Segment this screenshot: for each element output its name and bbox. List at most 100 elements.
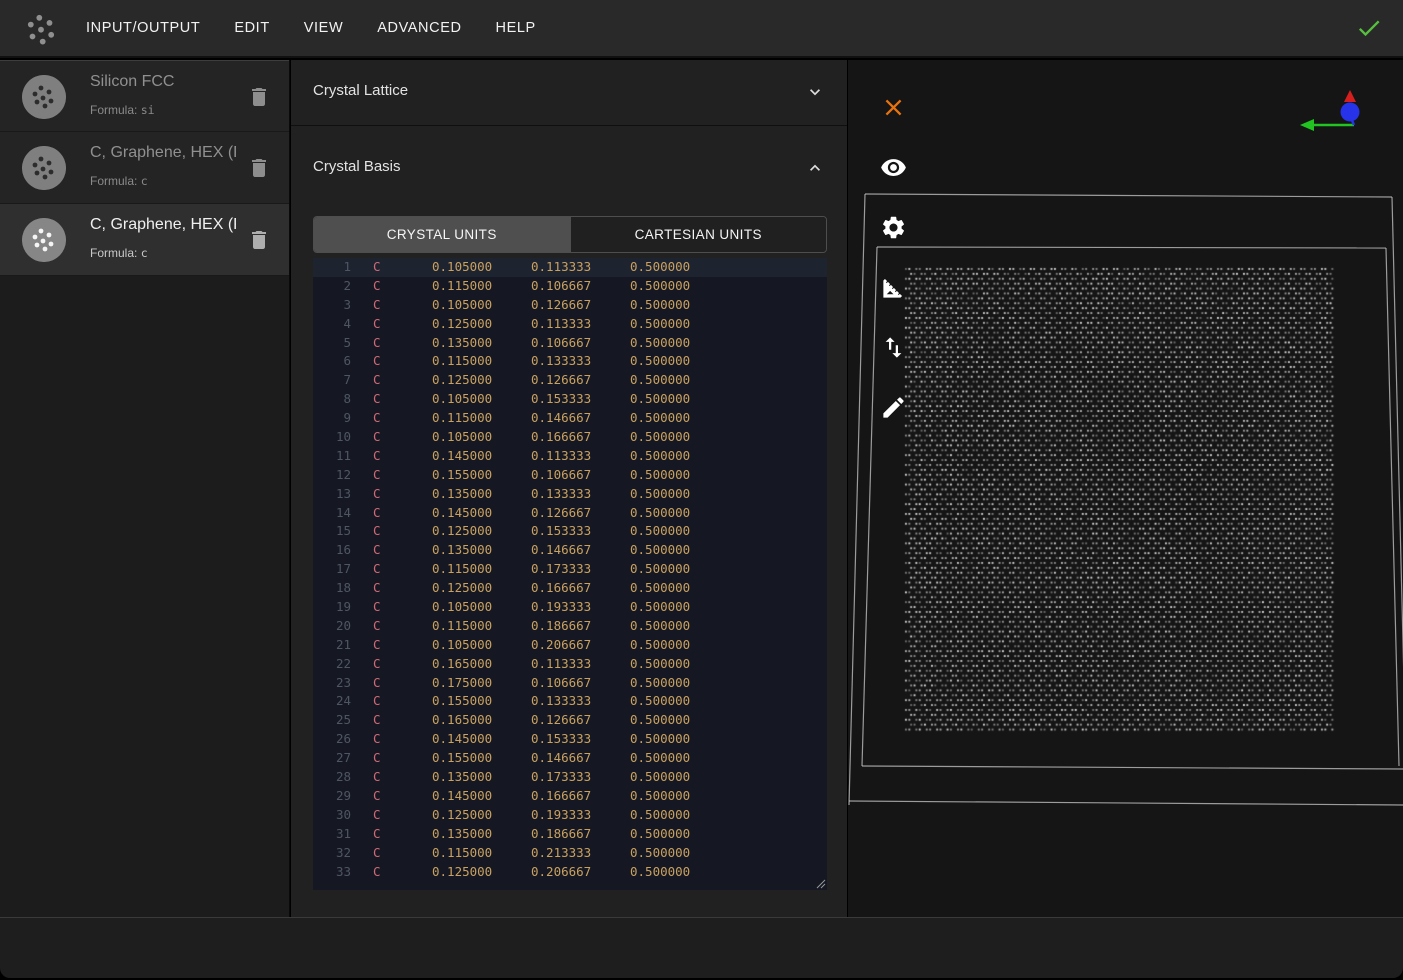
measure-ruler-icon[interactable]: [880, 274, 907, 301]
coord-x: 0.175000: [432, 674, 531, 693]
coord-y: 0.106667: [531, 466, 630, 485]
coord-z: 0.500000: [630, 655, 729, 674]
tab-cartesian-units[interactable]: CARTESIAN UNITS: [570, 217, 827, 252]
coord-x: 0.105000: [432, 598, 531, 617]
coord-x: 0.105000: [432, 390, 531, 409]
menu-edit[interactable]: EDIT: [234, 20, 269, 36]
coord-y: 0.153333: [531, 522, 630, 541]
material-avatar-icon: [22, 75, 66, 119]
element-symbol: C: [351, 655, 432, 674]
edit-pencil-icon[interactable]: [880, 394, 907, 421]
coord-y: 0.186667: [531, 825, 630, 844]
settings-gear-icon[interactable]: [880, 214, 907, 241]
coord-y: 0.133333: [531, 485, 630, 504]
material-item-graphene-2-selected[interactable]: C, Graphene, HEX (P6/mmm) Formula: c: [0, 204, 289, 276]
crystal-basis-section-header[interactable]: Crystal Basis: [291, 126, 847, 201]
coord-x: 0.145000: [432, 504, 531, 523]
line-number: 24: [313, 692, 351, 711]
coord-z: 0.500000: [630, 334, 729, 353]
basis-row: 9C0.1150000.1466670.500000: [313, 409, 827, 428]
coord-z: 0.500000: [630, 749, 729, 768]
coord-x: 0.145000: [432, 730, 531, 749]
material-name: C, Graphene, HEX (P6/mmm): [90, 144, 236, 166]
basis-row: 7C0.1250000.1266670.500000: [313, 371, 827, 390]
basis-row: 13C0.1350000.1333330.500000: [313, 485, 827, 504]
line-number: 5: [313, 334, 351, 353]
menu-view[interactable]: VIEW: [304, 20, 343, 36]
line-number: 20: [313, 617, 351, 636]
tab-crystal-units[interactable]: CRYSTAL UNITS: [314, 217, 570, 252]
element-symbol: C: [351, 409, 432, 428]
coord-y: 0.133333: [531, 692, 630, 711]
basis-row: 14C0.1450000.1266670.500000: [313, 504, 827, 523]
delete-material-button[interactable]: [247, 156, 271, 180]
basis-row: 20C0.1150000.1866670.500000: [313, 617, 827, 636]
axis-y-red: [1344, 90, 1356, 102]
close-icon[interactable]: [880, 94, 907, 121]
formula-value: c: [141, 246, 148, 260]
coord-y: 0.106667: [531, 674, 630, 693]
element-symbol: C: [351, 315, 432, 334]
coord-x: 0.135000: [432, 334, 531, 353]
coord-x: 0.165000: [432, 655, 531, 674]
line-number: 22: [313, 655, 351, 674]
element-symbol: C: [351, 692, 432, 711]
material-item-graphene-1[interactable]: C, Graphene, HEX (P6/mmm) Formula: c: [0, 132, 289, 204]
delete-material-button[interactable]: [247, 228, 271, 252]
element-symbol: C: [351, 825, 432, 844]
basis-row: 8C0.1050000.1533330.500000: [313, 390, 827, 409]
element-symbol: C: [351, 730, 432, 749]
menu-items: INPUT/OUTPUT EDIT VIEW ADVANCED HELP: [86, 20, 536, 36]
menu-advanced[interactable]: ADVANCED: [377, 20, 461, 36]
line-number: 15: [313, 522, 351, 541]
line-number: 31: [313, 825, 351, 844]
menu-input-output[interactable]: INPUT/OUTPUT: [86, 20, 200, 36]
line-number: 30: [313, 806, 351, 825]
coord-y: 0.126667: [531, 296, 630, 315]
coord-z: 0.500000: [630, 863, 729, 882]
coord-y: 0.153333: [531, 730, 630, 749]
chevron-down-icon[interactable]: [805, 82, 825, 102]
basis-row: 5C0.1350000.1066670.500000: [313, 334, 827, 353]
coord-y: 0.146667: [531, 409, 630, 428]
crystal-basis-title: Crystal Basis: [313, 158, 401, 175]
element-symbol: C: [351, 504, 432, 523]
material-item-silicon-fcc[interactable]: Silicon FCC Formula: si: [0, 60, 289, 132]
element-symbol: C: [351, 806, 432, 825]
element-symbol: C: [351, 352, 432, 371]
line-number: 33: [313, 863, 351, 882]
basis-row: 4C0.1250000.1133330.500000: [313, 315, 827, 334]
coord-y: 0.193333: [531, 598, 630, 617]
material-name: C, Graphene, HEX (P6/mmm): [90, 216, 236, 238]
axis-x-green: [1300, 119, 1314, 131]
chevron-up-icon[interactable]: [805, 158, 825, 178]
coord-z: 0.500000: [630, 787, 729, 806]
visibility-eye-icon[interactable]: [880, 154, 907, 181]
coord-y: 0.166667: [531, 787, 630, 806]
coord-y: 0.193333: [531, 806, 630, 825]
structure-3d-viewer[interactable]: [848, 60, 1403, 917]
crystal-lattice-title: Crystal Lattice: [313, 82, 408, 99]
coord-z: 0.500000: [630, 258, 729, 277]
element-symbol: C: [351, 258, 432, 277]
app-logo-dots-icon: [24, 11, 58, 45]
element-symbol: C: [351, 541, 432, 560]
coord-z: 0.500000: [630, 522, 729, 541]
coord-z: 0.500000: [630, 768, 729, 787]
coord-x: 0.125000: [432, 579, 531, 598]
crystal-lattice-section-header[interactable]: Crystal Lattice: [291, 60, 847, 125]
editor-resize-grip[interactable]: [815, 878, 826, 889]
coord-y: 0.126667: [531, 371, 630, 390]
element-symbol: C: [351, 560, 432, 579]
basis-coordinates-editor[interactable]: 1C0.1050000.1133330.5000002C0.1150000.10…: [313, 258, 827, 890]
delete-material-button[interactable]: [247, 85, 271, 109]
swap-vert-arrows-icon[interactable]: [880, 334, 907, 361]
menu-help[interactable]: HELP: [496, 20, 536, 36]
line-number: 18: [313, 579, 351, 598]
formula-label: Formula:: [90, 174, 137, 188]
coord-x: 0.105000: [432, 428, 531, 447]
line-number: 8: [313, 390, 351, 409]
element-symbol: C: [351, 674, 432, 693]
confirm-check-icon[interactable]: [1355, 14, 1383, 42]
coord-z: 0.500000: [630, 541, 729, 560]
